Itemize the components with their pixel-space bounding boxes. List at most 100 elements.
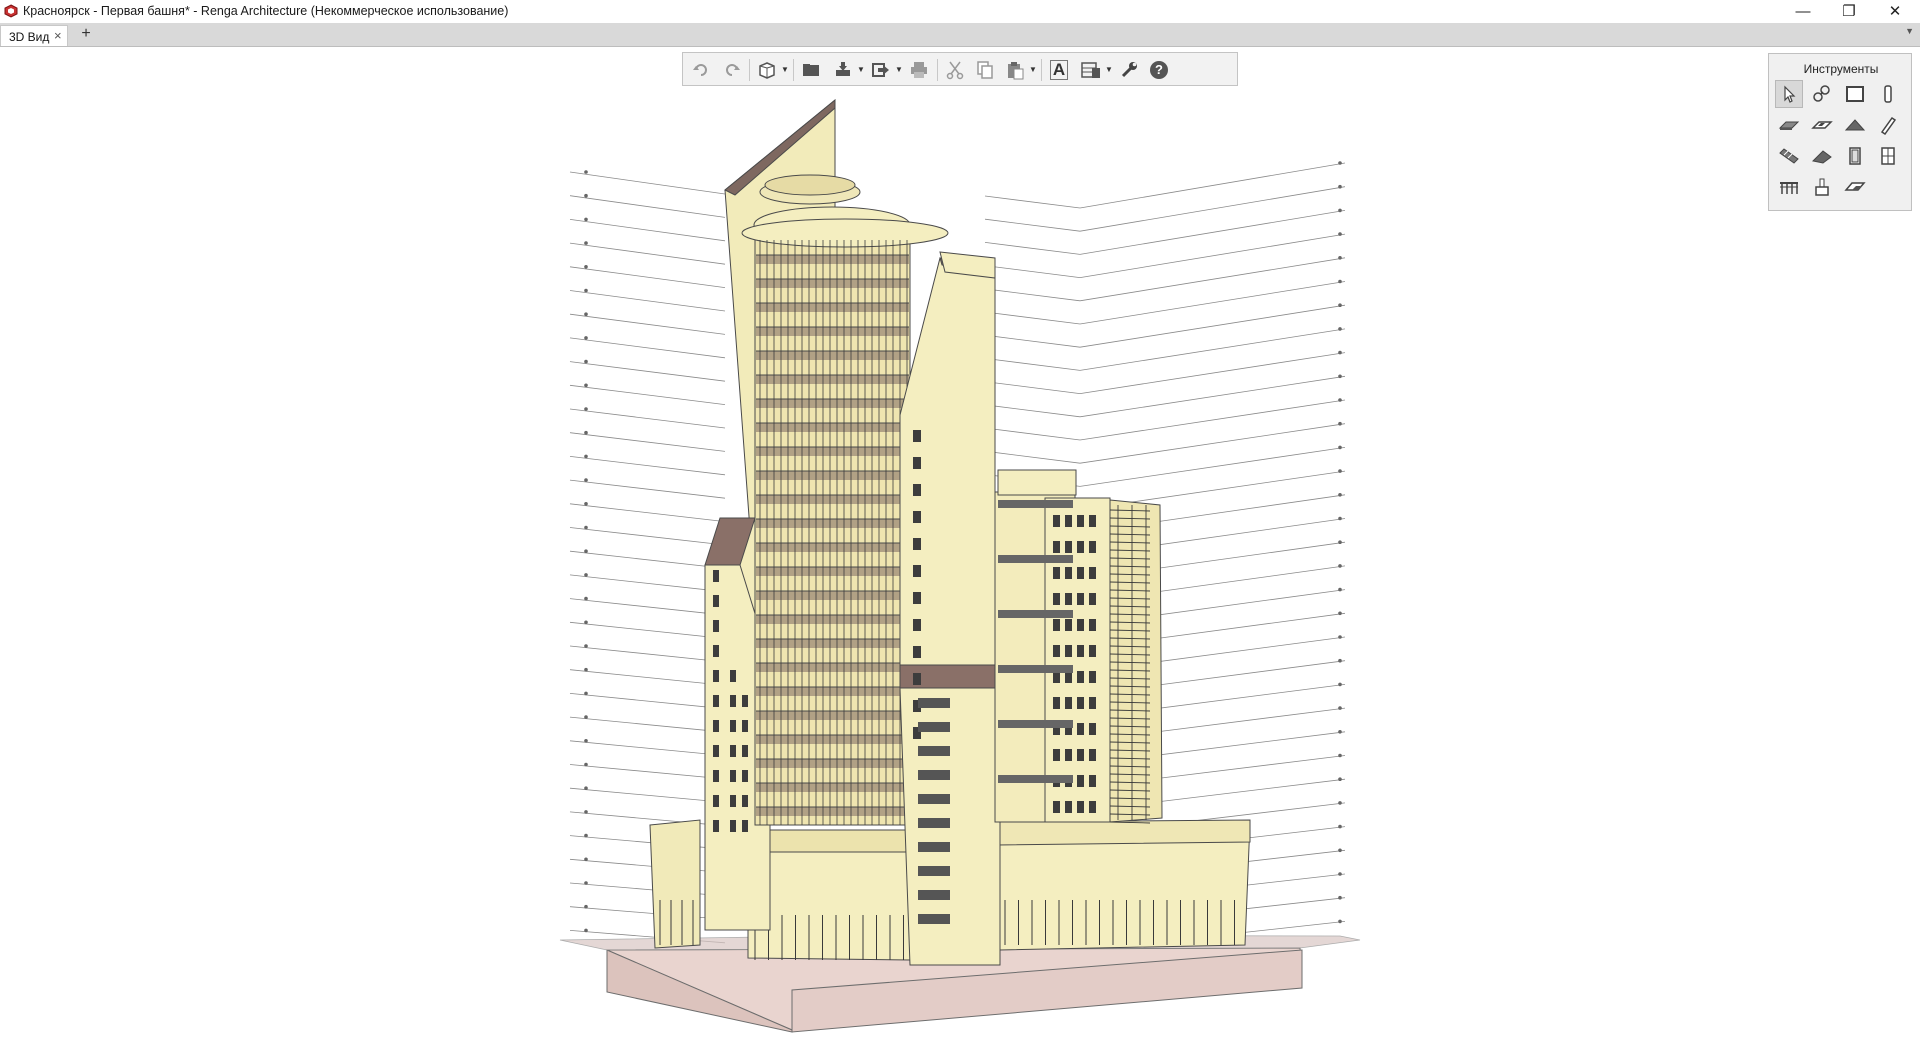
- column-tool[interactable]: [1874, 80, 1902, 108]
- window: [918, 722, 950, 732]
- equipment-tool[interactable]: [1808, 173, 1836, 201]
- level-marker: [1338, 208, 1342, 213]
- copy-button[interactable]: [973, 58, 997, 82]
- level-marker: [1338, 493, 1342, 497]
- level-line: [984, 311, 1081, 325]
- cut-button[interactable]: [943, 58, 967, 82]
- beam-tool[interactable]: [1874, 111, 1902, 139]
- element-icon: [1844, 182, 1866, 191]
- level-line: [1079, 423, 1346, 464]
- window-band: [998, 500, 1073, 508]
- window: [1077, 619, 1084, 631]
- window: [1089, 775, 1096, 787]
- middle-slab-block: [899, 251, 1001, 966]
- text-style-button[interactable]: A: [1047, 58, 1071, 82]
- opening-tool[interactable]: [1808, 111, 1836, 139]
- window: [913, 592, 921, 604]
- chevron-down-icon[interactable]: ▼: [857, 65, 865, 74]
- redo-icon: [726, 64, 740, 76]
- select-tool[interactable]: [1775, 80, 1803, 108]
- window: [713, 745, 719, 757]
- element-tool[interactable]: [1841, 173, 1869, 201]
- window-tool[interactable]: [1874, 142, 1902, 170]
- window: [1089, 801, 1096, 813]
- toolbar-separator: [1041, 59, 1042, 81]
- help-button[interactable]: ?: [1147, 58, 1171, 82]
- window: [713, 620, 719, 632]
- level-line: [569, 290, 726, 312]
- door-tool[interactable]: [1841, 142, 1869, 170]
- window-icon: [1881, 147, 1895, 165]
- level-marker: [584, 430, 588, 435]
- tools-panel: Инструменты: [1768, 53, 1912, 211]
- level-marker: [1338, 421, 1342, 426]
- layers-button[interactable]: [1079, 58, 1103, 82]
- level-line: [569, 195, 726, 218]
- window: [1053, 619, 1060, 631]
- level-line: [569, 811, 726, 827]
- undo-button[interactable]: [689, 58, 713, 82]
- chevron-down-icon[interactable]: ▼: [781, 65, 789, 74]
- minimize-button[interactable]: —: [1780, 0, 1826, 22]
- chevron-down-icon[interactable]: ▼: [1029, 65, 1037, 74]
- stair-tool[interactable]: [1775, 142, 1803, 170]
- restore-button[interactable]: ❐: [1826, 0, 1872, 22]
- level-marker: [1338, 848, 1342, 853]
- 3d-viewport[interactable]: [0, 47, 1920, 1037]
- paste-icon: [1008, 62, 1024, 80]
- chevron-down-icon[interactable]: ▼: [895, 65, 903, 74]
- window: [918, 866, 950, 876]
- export-button[interactable]: [869, 58, 893, 82]
- window: [1077, 541, 1084, 553]
- redo-button[interactable]: [720, 58, 744, 82]
- window: [1089, 723, 1096, 735]
- wall-tool[interactable]: [1841, 80, 1869, 108]
- layers-icon: [1081, 62, 1100, 78]
- window: [742, 695, 748, 707]
- tab-list-dropdown[interactable]: ▼: [1905, 26, 1914, 36]
- level-line: [569, 740, 726, 756]
- add-tab-button[interactable]: +: [76, 24, 96, 44]
- level-marker: [584, 525, 588, 530]
- window: [730, 745, 736, 757]
- roof-tool[interactable]: [1841, 111, 1869, 139]
- window: [1077, 697, 1084, 709]
- window: [1065, 697, 1072, 709]
- level-line: [984, 450, 1081, 464]
- level-line: [569, 693, 726, 710]
- window: [1077, 723, 1084, 735]
- level-marker: [1338, 895, 1342, 900]
- slab-tool[interactable]: [1775, 111, 1803, 139]
- level-line: [569, 361, 726, 382]
- axis-tool[interactable]: [1808, 80, 1836, 108]
- chevron-down-icon[interactable]: ▼: [1105, 65, 1113, 74]
- select-icon: [1784, 85, 1796, 103]
- view-mode-button[interactable]: [755, 58, 779, 82]
- grid-axes-icon: [1813, 85, 1830, 102]
- settings-button[interactable]: [1117, 58, 1141, 82]
- level-line: [569, 337, 726, 359]
- level-marker: [584, 383, 588, 388]
- close-button[interactable]: ✕: [1872, 0, 1918, 22]
- level-line: [569, 503, 726, 522]
- minimize-icon: —: [1795, 2, 1811, 20]
- window: [713, 670, 719, 682]
- level-line: [569, 479, 726, 499]
- tab-close-icon[interactable]: ×: [54, 28, 62, 43]
- print-button[interactable]: [907, 58, 931, 82]
- open-button[interactable]: [799, 58, 823, 82]
- railing-tool[interactable]: [1775, 173, 1803, 201]
- main-toolbar: ▼ ▼ ▼ ▼ A ▼ ?: [682, 52, 1238, 86]
- tab-3d-view[interactable]: 3D Вид ×: [0, 25, 68, 46]
- level-marker: [1338, 303, 1342, 308]
- level-line: [1079, 257, 1346, 302]
- level-marker: [584, 833, 588, 838]
- paste-button[interactable]: [1003, 58, 1027, 82]
- ramp-tool[interactable]: [1808, 142, 1836, 170]
- window: [1089, 619, 1096, 631]
- window: [1089, 749, 1096, 761]
- window: [713, 570, 719, 582]
- save-button[interactable]: [831, 58, 855, 82]
- window: [1053, 801, 1060, 813]
- level-marker: [584, 667, 588, 672]
